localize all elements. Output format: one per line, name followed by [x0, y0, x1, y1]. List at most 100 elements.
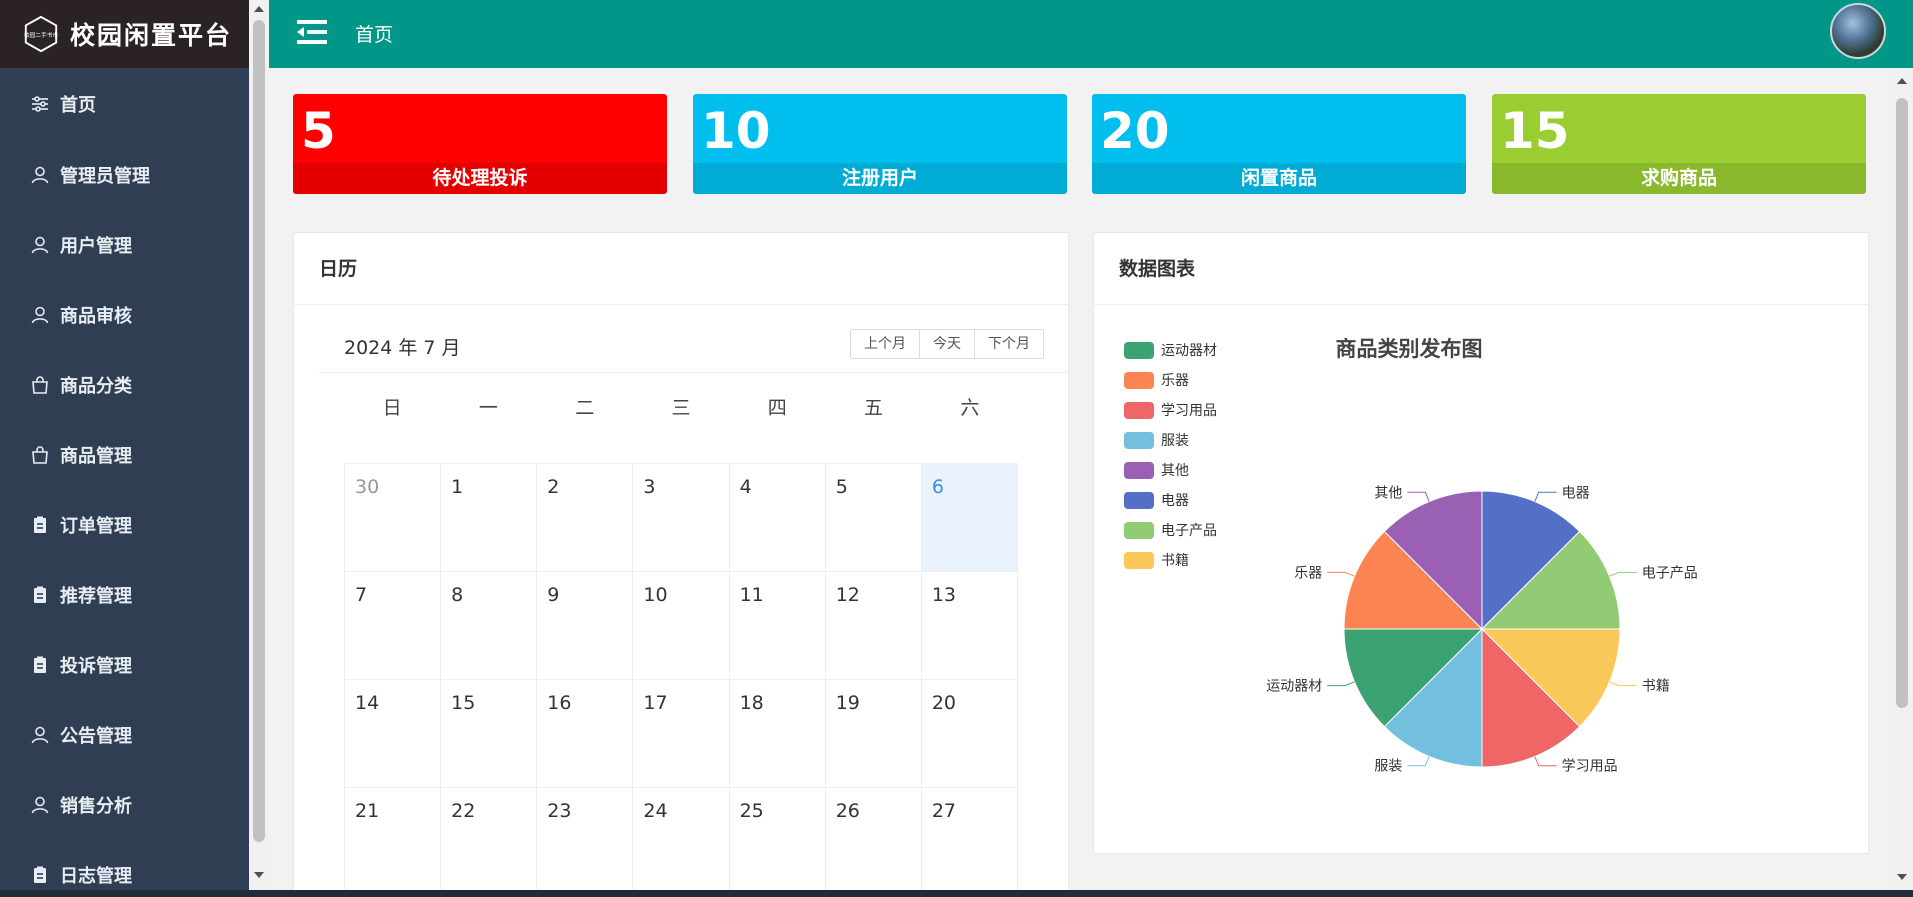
sidebar-nav: 首页管理员管理用户管理商品审核商品分类商品管理订单管理推荐管理 投诉管理 公告管理销… — [0, 68, 249, 890]
calendar-day-number: 24 — [643, 800, 668, 822]
sidebar-item-10[interactable]: 销售分析 — [0, 770, 249, 840]
sidebar-item-2[interactable]: 用户管理 — [0, 210, 249, 280]
menu-toggle-icon[interactable] — [297, 19, 327, 45]
sidebar-item-label: 商品分类 — [60, 376, 132, 397]
calendar-day[interactable]: 13 — [921, 572, 1018, 680]
scrollbar-thumb[interactable] — [253, 20, 265, 842]
main-scrollbar[interactable] — [1891, 68, 1913, 890]
today-button[interactable]: 今天 — [919, 330, 974, 358]
calendar-day[interactable]: 9 — [537, 572, 634, 680]
sidebar-item-3[interactable]: 商品审核 — [0, 280, 249, 350]
calendar-day-number: 25 — [739, 800, 764, 822]
scroll-up-arrow-icon[interactable] — [1897, 78, 1907, 84]
avatar[interactable] — [1830, 3, 1886, 59]
calendar-day[interactable]: 8 — [441, 572, 538, 680]
sidebar-item-label: 销售分析 — [60, 796, 132, 817]
calendar-card: 日历 2024 年 7 月 上个月 今天 下个月 日一二三四五六 30 1 2 3 4 5… — [293, 232, 1070, 890]
calendar-day[interactable]: 17 — [633, 680, 730, 788]
sidebar-item-label: 订单管理 — [60, 516, 132, 537]
calendar-day[interactable]: 11 — [729, 572, 826, 680]
weekday-label: 三 — [671, 397, 691, 419]
sidebar-item-8[interactable]: 投诉管理 — [0, 630, 249, 700]
calendar-day-number: 13 — [931, 584, 957, 606]
calendar-day[interactable]: 2 — [537, 464, 634, 572]
pie-slice-label: 服装 — [1374, 759, 1402, 775]
sidebar-item-7[interactable]: 推荐管理 — [0, 560, 249, 630]
weekday-label: 五 — [864, 397, 884, 419]
scroll-down-arrow-icon[interactable] — [1897, 874, 1907, 880]
sidebar-item-label: 商品审核 — [60, 306, 132, 327]
calendar-day[interactable]: 23 — [537, 788, 634, 890]
calendar-day[interactable]: 14 — [345, 680, 442, 788]
calendar-card-title: 日历 — [294, 233, 1068, 305]
sidebar-item-label: 首页 — [60, 95, 96, 116]
calendar-day[interactable]: 20 — [921, 680, 1018, 788]
sidebar-item-11[interactable]: 日志管理 — [0, 840, 249, 890]
calendar-day-number: 20 — [931, 692, 957, 714]
calendar-day-number: 21 — [355, 800, 380, 822]
calendar-day-number: 14 — [355, 692, 380, 714]
pie-label-line — [1327, 571, 1355, 577]
scroll-down-arrow-icon[interactable] — [254, 872, 264, 878]
stat-card-2[interactable]: 20 闲置商品 — [1092, 94, 1466, 194]
stat-card-0[interactable]: 5 待处理投诉 — [293, 94, 667, 194]
sidebar-item-9[interactable]: 公告管理 — [0, 700, 249, 770]
calendar-day[interactable]: 26 — [826, 788, 922, 890]
calendar-day[interactable]: 1 — [441, 464, 538, 572]
calendar-day[interactable]: 15 — [441, 680, 538, 788]
scroll-up-arrow-icon[interactable] — [254, 6, 264, 12]
calendar-day[interactable]: 4 — [729, 464, 826, 572]
calendar-day[interactable]: 27 — [922, 788, 1018, 890]
sidebar-scrollbar[interactable] — [249, 0, 269, 890]
prev-month-button[interactable]: 上个月 — [851, 330, 919, 358]
calendar-day[interactable]: 22 — [441, 788, 538, 890]
calendar-day[interactable]: 18 — [729, 680, 826, 788]
sidebar-item-label: 商品管理 — [60, 446, 132, 467]
calendar-day[interactable]: 12 — [825, 572, 922, 680]
calendar-day-number: 23 — [547, 800, 572, 822]
stat-card-1[interactable]: 10 注册用户 — [693, 94, 1067, 194]
calendar-day-today[interactable]: 6 — [921, 464, 1018, 572]
calendar-day-number: 17 — [643, 692, 668, 714]
sidebar-item-label: 用户管理 — [60, 236, 132, 257]
calendar-day[interactable]: 21 — [345, 788, 442, 890]
weekday-label: 日 — [382, 397, 402, 419]
app-title: 校园闲置平台 — [70, 21, 233, 50]
calendar-day[interactable]: 19 — [825, 680, 922, 788]
calendar-day[interactable]: 10 — [633, 572, 730, 680]
calendar-day-number: 15 — [451, 692, 476, 714]
calendar-grid: 30 1 2 3 4 5 6 7 8 9 10 11 12 13 14 15 16 17 18 19 20 21 22 23 2… — [344, 463, 1018, 890]
sidebar-item-4[interactable]: 商品分类 — [0, 350, 249, 420]
calendar-day[interactable]: 30 — [345, 464, 442, 572]
sidebar: 校园二手书市 校园闲置平台 首页管理员管理用户管理商品审核商品分类商品管理订单管… — [0, 0, 249, 890]
calendar-day[interactable]: 24 — [633, 788, 730, 890]
calendar-weekdays: 日一二三四五六 — [344, 393, 1018, 420]
pie-chart: 电器电子产品书籍学习用品 服装 运动器材 乐器 其他 — [1266, 485, 1698, 775]
pie-label-line — [1327, 681, 1355, 687]
user-icon — [31, 796, 49, 814]
calendar-day-number: 30 — [355, 476, 380, 498]
clipboard-icon — [34, 586, 46, 603]
next-month-button[interactable]: 下个月 — [974, 330, 1043, 358]
sidebar-item-0[interactable]: 首页 — [0, 68, 249, 140]
stat-card-3[interactable]: 15 求购商品 — [1492, 94, 1866, 194]
weekday-label: 二 — [575, 397, 595, 419]
calendar-day[interactable]: 3 — [633, 464, 730, 572]
pie-slice-label: 其他 — [1374, 485, 1402, 501]
calendar-day-number: 11 — [739, 584, 764, 606]
pie-slice-label: 电子产品 — [1642, 565, 1698, 581]
calendar-day[interactable]: 7 — [345, 572, 442, 680]
stat-value: 15 — [1500, 102, 1570, 160]
sidebar-item-1[interactable]: 管理员管理 — [0, 140, 249, 210]
weekday-label: 四 — [767, 397, 787, 419]
calendar-day[interactable]: 5 — [825, 464, 922, 572]
calendar-day-number: 22 — [451, 800, 476, 822]
user-icon — [31, 306, 49, 324]
breadcrumb-home[interactable]: 首页 — [355, 20, 393, 47]
calendar-day[interactable]: 16 — [537, 680, 634, 788]
logo-text: 校园二手书市 — [24, 31, 58, 39]
calendar-day[interactable]: 25 — [730, 788, 826, 890]
sidebar-item-6[interactable]: 订单管理 — [0, 490, 249, 560]
sidebar-item-5[interactable]: 商品管理 — [0, 420, 249, 490]
scrollbar-thumb[interactable] — [1896, 98, 1908, 708]
